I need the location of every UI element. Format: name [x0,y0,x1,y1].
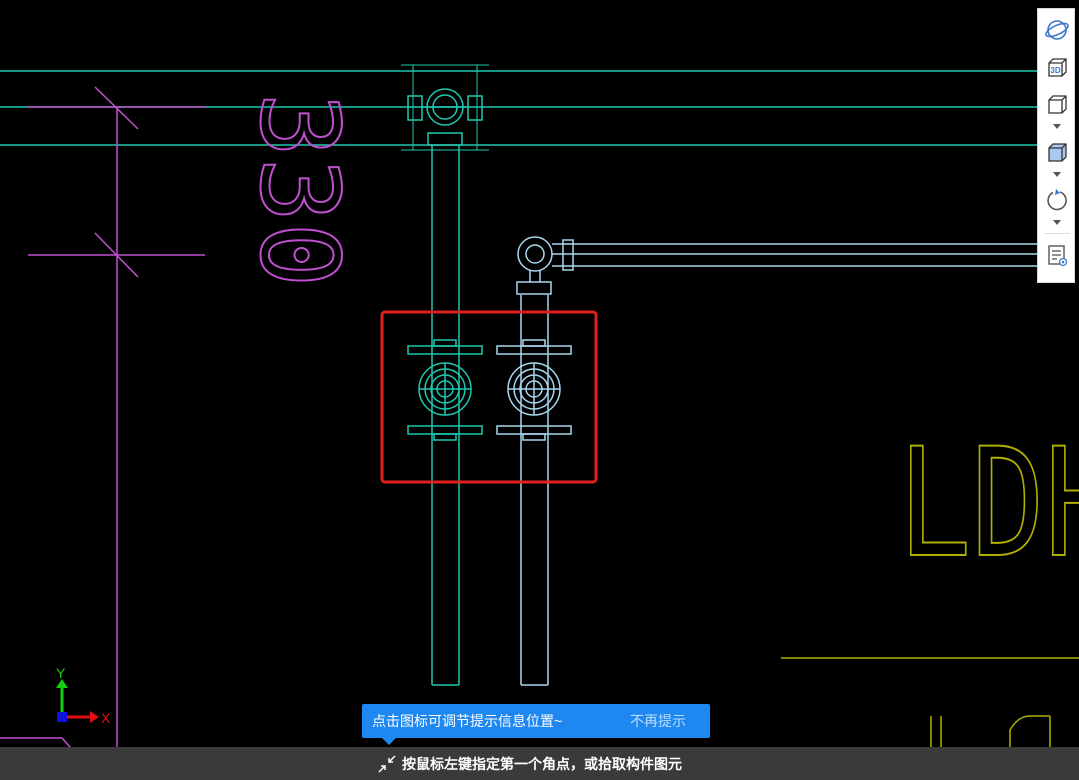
property-list-button[interactable] [1042,240,1072,270]
number-text: 330 [236,92,361,287]
axis-indicator: Y X [56,665,111,726]
label-text: LDH [898,417,1079,591]
shaded-cube-icon [1048,143,1067,162]
view-toolbar: 3D [1037,8,1075,283]
collapse-arrows-icon[interactable] [376,753,398,775]
3d-view-icon: 3D [1048,58,1067,77]
valve-teal[interactable] [407,339,483,441]
rotate-icon [1047,189,1067,211]
wireframe-view-button[interactable] [1042,89,1072,119]
horizontal-pipes [0,70,1037,146]
tip-message: 点击图标可调节提示信息位置~ [372,713,563,729]
command-status-bar: 按鼠标左键指定第一个角点，或拾取构件图元 [0,747,1079,780]
caret-down-icon [1053,124,1061,129]
3d-label: 3D [1050,66,1060,75]
tip-balloon[interactable]: 点击图标可调节提示信息位置~ 不再提示 [362,704,710,745]
rotate-button[interactable] [1042,185,1072,215]
3d-view-button[interactable]: 3D [1042,52,1072,82]
dimension-text: 330 [235,91,362,288]
label-area: LDH [781,416,1079,780]
selection-box [380,310,598,484]
caret-down-icon [1053,220,1061,225]
cad-canvas[interactable]: 330 LD Y X [0,0,1079,780]
wireframe-cube-icon [1048,95,1067,114]
wireframe-dropdown[interactable] [1050,122,1064,132]
valve-light-blue[interactable] [496,339,572,441]
axis-x-label: X [101,710,111,726]
dont-show-again-link[interactable]: 不再提示 [630,711,686,731]
command-prompt: 按鼠标左键指定第一个角点，或拾取构件图元 [402,755,682,772]
rotate-dropdown[interactable] [1050,218,1064,228]
orbit-button[interactable] [1042,15,1072,45]
axis-y-label: Y [56,665,66,681]
toolbar-divider [1044,233,1070,234]
orbit-icon [1045,20,1069,40]
grid-lines [0,86,205,780]
tip-arrow [382,738,396,745]
shaded-dropdown[interactable] [1050,170,1064,180]
caret-down-icon [1053,172,1061,177]
property-list-icon [1048,245,1068,267]
shaded-view-button[interactable] [1042,137,1072,167]
